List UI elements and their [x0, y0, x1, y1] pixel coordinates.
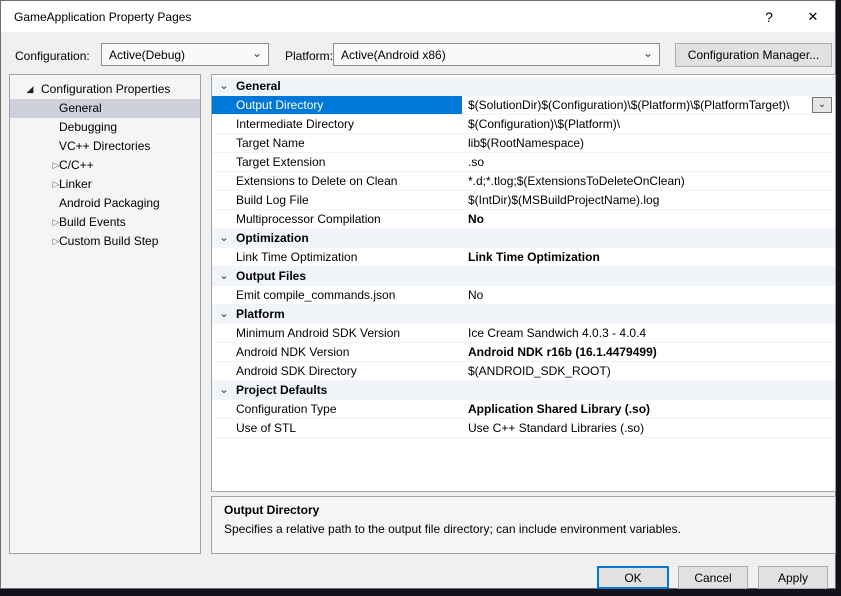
- window-title: GameApplication Property Pages: [14, 10, 191, 24]
- tree-item-android-packaging[interactable]: Android Packaging: [10, 194, 200, 213]
- property-name[interactable]: Multiprocessor Compilation: [212, 210, 462, 228]
- property-value[interactable]: $(IntDir)$(MSBuildProjectName).log: [462, 191, 835, 209]
- close-button[interactable]: ✕: [791, 1, 835, 32]
- chevron-down-icon: ⌄: [643, 46, 653, 60]
- property-value[interactable]: Link Time Optimization: [462, 248, 835, 266]
- close-icon: ✕: [808, 9, 819, 25]
- configuration-value: Active(Debug): [109, 48, 185, 62]
- expander-expanded-icon[interactable]: ◢: [24, 80, 36, 99]
- expander-collapsed-icon[interactable]: ▷: [50, 156, 62, 175]
- property-row-use-of-stl[interactable]: Use of STLUse C++ Standard Libraries (.s…: [212, 419, 835, 438]
- property-name[interactable]: Use of STL: [212, 419, 462, 437]
- property-value[interactable]: $(SolutionDir)$(Configuration)\$(Platfor…: [462, 96, 835, 114]
- property-name[interactable]: Intermediate Directory: [212, 115, 462, 133]
- property-value[interactable]: No: [462, 286, 835, 304]
- chevron-down-icon[interactable]: ⌄: [217, 305, 231, 323]
- value-dropdown-button[interactable]: ⌄: [812, 97, 832, 113]
- section-row-optimization[interactable]: ⌄Optimization: [212, 229, 835, 248]
- property-row-extensions-to-delete-on-clean[interactable]: Extensions to Delete on Clean*.d;*.tlog;…: [212, 172, 835, 191]
- platform-value: Active(Android x86): [341, 48, 446, 62]
- tree-item-label: Custom Build Step: [10, 232, 158, 251]
- tree-item-label: General: [10, 99, 102, 118]
- property-value[interactable]: lib$(RootNamespace): [462, 134, 835, 152]
- property-name[interactable]: Configuration Type: [212, 400, 462, 418]
- property-name[interactable]: Link Time Optimization: [212, 248, 462, 266]
- help-icon: ?: [765, 9, 773, 25]
- configuration-manager-button[interactable]: Configuration Manager...: [675, 43, 832, 67]
- property-name[interactable]: Minimum Android SDK Version: [212, 324, 462, 342]
- property-row-target-extension[interactable]: Target Extension.so: [212, 153, 835, 172]
- cancel-button[interactable]: Cancel: [678, 566, 748, 589]
- tree-item-label: Android Packaging: [10, 194, 160, 213]
- property-name[interactable]: Build Log File: [212, 191, 462, 209]
- property-value[interactable]: Android NDK r16b (16.1.4479499): [462, 343, 835, 361]
- tree-item-general[interactable]: General: [10, 99, 200, 118]
- tree-item-vc-directories[interactable]: VC++ Directories: [10, 137, 200, 156]
- property-row-link-time-optimization[interactable]: Link Time OptimizationLink Time Optimiza…: [212, 248, 835, 267]
- chevron-down-icon[interactable]: ⌄: [217, 381, 231, 399]
- chevron-down-icon[interactable]: ⌄: [217, 229, 231, 247]
- property-row-android-ndk-version[interactable]: Android NDK VersionAndroid NDK r16b (16.…: [212, 343, 835, 362]
- chevron-down-icon[interactable]: ⌄: [217, 267, 231, 285]
- property-value[interactable]: $(ANDROID_SDK_ROOT): [462, 362, 835, 380]
- property-value[interactable]: No: [462, 210, 835, 228]
- help-button[interactable]: ?: [747, 1, 791, 32]
- property-name[interactable]: Target Name: [212, 134, 462, 152]
- property-row-android-sdk-directory[interactable]: Android SDK Directory$(ANDROID_SDK_ROOT): [212, 362, 835, 381]
- property-name[interactable]: Emit compile_commands.json: [212, 286, 462, 304]
- section-row-output-files[interactable]: ⌄Output Files: [212, 267, 835, 286]
- property-pages-dialog: GameApplication Property Pages ? ✕ Confi…: [0, 0, 836, 589]
- apply-button[interactable]: Apply: [758, 566, 828, 589]
- property-value[interactable]: Ice Cream Sandwich 4.0.3 - 4.0.4: [462, 324, 835, 342]
- property-value[interactable]: *.d;*.tlog;$(ExtensionsToDeleteOnClean): [462, 172, 835, 190]
- property-name[interactable]: Android SDK Directory: [212, 362, 462, 380]
- section-row-platform[interactable]: ⌄Platform: [212, 305, 835, 324]
- property-row-emit-compile-commands-json[interactable]: Emit compile_commands.jsonNo: [212, 286, 835, 305]
- tree-item-build-events[interactable]: ▷Build Events: [10, 213, 200, 232]
- property-row-intermediate-directory[interactable]: Intermediate Directory$(Configuration)\$…: [212, 115, 835, 134]
- property-value[interactable]: $(Configuration)\$(Platform)\: [462, 115, 835, 133]
- description-panel: Output Directory Specifies a relative pa…: [211, 496, 836, 554]
- property-name[interactable]: Target Extension: [212, 153, 462, 171]
- expander-collapsed-icon[interactable]: ▷: [50, 175, 62, 194]
- property-row-configuration-type[interactable]: Configuration TypeApplication Shared Lib…: [212, 400, 835, 419]
- tree-item-label: Build Events: [10, 213, 126, 232]
- platform-select[interactable]: Active(Android x86) ⌄: [333, 43, 660, 66]
- tree-item-label: VC++ Directories: [10, 137, 150, 156]
- tree-item-debugging[interactable]: Debugging: [10, 118, 200, 137]
- property-row-target-name[interactable]: Target Namelib$(RootNamespace): [212, 134, 835, 153]
- tree-item-configuration-properties[interactable]: ◢Configuration Properties: [10, 80, 200, 99]
- property-row-build-log-file[interactable]: Build Log File$(IntDir)$(MSBuildProjectN…: [212, 191, 835, 210]
- chevron-down-icon[interactable]: ⌄: [217, 77, 231, 95]
- property-row-minimum-android-sdk-version[interactable]: Minimum Android SDK VersionIce Cream San…: [212, 324, 835, 343]
- tree-item-c-c[interactable]: ▷C/C++: [10, 156, 200, 175]
- property-row-output-directory[interactable]: Output Directory$(SolutionDir)$(Configur…: [212, 96, 835, 115]
- configuration-label: Configuration:: [15, 49, 90, 63]
- section-row-project-defaults[interactable]: ⌄Project Defaults: [212, 381, 835, 400]
- description-text: Specifies a relative path to the output …: [224, 522, 823, 536]
- property-name[interactable]: Output Directory: [212, 96, 462, 114]
- property-value[interactable]: Application Shared Library (.so): [462, 400, 835, 418]
- property-grid: ⌄GeneralOutput Directory$(SolutionDir)$(…: [211, 74, 836, 492]
- description-title: Output Directory: [224, 503, 823, 517]
- config-tree: ◢Configuration PropertiesGeneralDebuggin…: [9, 74, 201, 554]
- property-value[interactable]: Use C++ Standard Libraries (.so): [462, 419, 835, 437]
- chevron-down-icon: ⌄: [252, 46, 262, 60]
- tree-item-custom-build-step[interactable]: ▷Custom Build Step: [10, 232, 200, 251]
- title-bar[interactable]: GameApplication Property Pages ? ✕: [1, 1, 835, 32]
- configuration-select[interactable]: Active(Debug) ⌄: [101, 43, 269, 66]
- tree-item-label: Debugging: [10, 118, 117, 137]
- section-row-general[interactable]: ⌄General: [212, 77, 835, 96]
- property-row-multiprocessor-compilation[interactable]: Multiprocessor CompilationNo: [212, 210, 835, 229]
- platform-label: Platform:: [285, 49, 333, 63]
- property-value[interactable]: .so: [462, 153, 835, 171]
- property-name[interactable]: Extensions to Delete on Clean: [212, 172, 462, 190]
- titlebar-buttons: ? ✕: [747, 1, 835, 32]
- expander-collapsed-icon[interactable]: ▷: [50, 213, 62, 232]
- ok-button[interactable]: OK: [597, 566, 669, 589]
- tree-item-linker[interactable]: ▷Linker: [10, 175, 200, 194]
- property-name[interactable]: Android NDK Version: [212, 343, 462, 361]
- expander-collapsed-icon[interactable]: ▷: [50, 232, 62, 251]
